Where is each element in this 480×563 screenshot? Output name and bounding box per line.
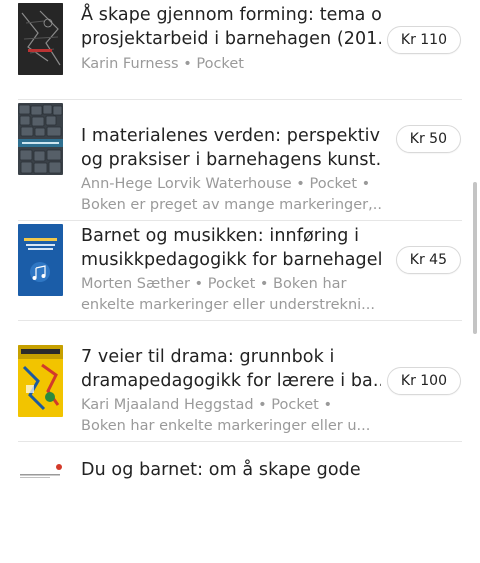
book-title-line: og praksiser i barnehagens kunst... (81, 150, 381, 170)
cover-image (18, 224, 63, 296)
book-meta-line: Ann-Hege Lorvik Waterhouse • Pocket • (81, 176, 371, 192)
book-title[interactable]: Å skape gjennom forming: tema og prosjek… (81, 3, 381, 51)
book-title-line: prosjektarbeid i barnehagen (201... (81, 29, 381, 49)
book-meta: Karin Furness • Pocket (81, 54, 381, 75)
book-title[interactable]: 7 veier til drama: grunnbok i dramapedag… (81, 345, 381, 393)
book-title-line: I materialenes verden: perspektiver (81, 126, 381, 146)
book-meta-line: enkelte markeringer eller understrekni..… (81, 296, 375, 313)
list-item[interactable]: Å skape gjennom forming: tema og prosjek… (0, 0, 480, 100)
list-item[interactable]: Barnet og musikken: innføring i musikkpe… (0, 200, 480, 321)
book-cover[interactable] (18, 345, 63, 417)
price-badge[interactable]: Kr 45 (395, 246, 461, 274)
book-title[interactable]: I materialenes verden: perspektiver og p… (81, 124, 381, 172)
book-cover[interactable] (18, 460, 63, 480)
cover-image (18, 103, 63, 175)
book-cover[interactable] (18, 224, 63, 296)
cover-image (18, 3, 63, 75)
book-title-line: Å skape gjennom forming: tema og (81, 5, 381, 25)
price-badge[interactable]: Kr 50 (395, 125, 461, 153)
price-badge[interactable]: Kr 100 (386, 367, 461, 395)
cover-image (18, 345, 63, 417)
book-title-line: 7 veier til drama: grunnbok i (81, 347, 335, 367)
book-meta: Morten Sæther • Pocket • Boken har enkel… (81, 274, 381, 315)
list-item[interactable]: Du og barnet: om å skape gode (0, 442, 480, 563)
list-item[interactable]: 7 veier til drama: grunnbok i dramapedag… (0, 321, 480, 442)
book-meta-line: Karin Furness • Pocket (81, 56, 244, 72)
book-cover[interactable] (18, 103, 63, 175)
book-title-line: Barnet og musikken: innføring i (81, 226, 360, 246)
book-meta-line: Morten Sæther • Pocket • Boken har (81, 276, 347, 292)
book-cover[interactable] (18, 3, 63, 75)
book-title-line: musikkpedagogikk for barnehagel... (81, 250, 381, 270)
price-badge[interactable]: Kr 110 (386, 26, 461, 54)
book-title[interactable]: Du og barnet: om å skape gode (81, 458, 381, 482)
book-meta: Kari Mjaaland Heggstad • Pocket • Boken … (81, 395, 381, 436)
cover-image (18, 460, 63, 480)
book-meta-line: Boken har enkelte markeringer eller u... (81, 417, 371, 434)
book-list: Å skape gjennom forming: tema og prosjek… (0, 0, 480, 480)
book-title-line: dramapedagogikk for lærere i ba... (81, 371, 381, 391)
scrollbar[interactable] (473, 182, 477, 334)
book-title[interactable]: Barnet og musikken: innføring i musikkpe… (81, 224, 381, 272)
book-meta-line: Kari Mjaaland Heggstad • Pocket • (81, 397, 333, 413)
book-title-line: Du og barnet: om å skape gode (81, 460, 361, 480)
